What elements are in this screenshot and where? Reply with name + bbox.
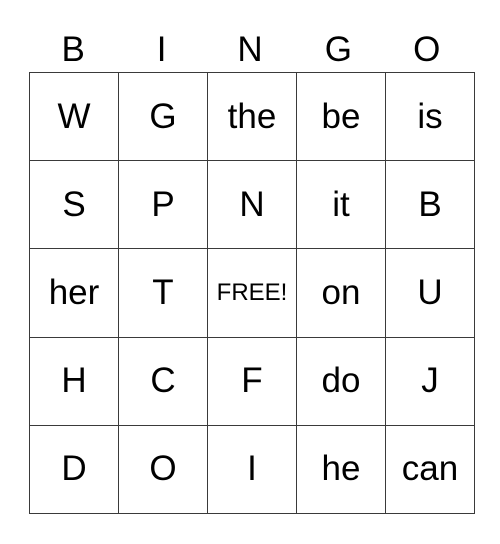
bingo-cell[interactable]: G [118,71,208,162]
bingo-cell[interactable]: he [296,424,386,515]
header-letter-n: N [237,30,263,69]
bingo-cell[interactable]: O [118,424,208,515]
bingo-cell[interactable]: H [29,336,119,426]
header-letter-i: I [156,30,167,69]
bingo-cell[interactable]: U [385,248,475,338]
bingo-cell[interactable]: W [29,71,119,162]
grid-row: W G the be is [29,71,475,162]
bingo-cell[interactable]: P [118,160,208,250]
bingo-grid: W G the be is S P N it B her T FREE! on … [29,71,475,515]
bingo-cell[interactable]: S [29,160,119,250]
bingo-cell[interactable]: is [385,71,475,162]
header-letter-g: G [324,30,352,69]
grid-row: her T FREE! on U [29,248,475,338]
bingo-cell[interactable]: C [118,336,208,426]
header-letter-o: O [413,30,441,69]
free-space-cell[interactable]: FREE! [207,248,297,338]
bingo-cell[interactable]: T [118,248,208,338]
bingo-cell[interactable]: her [29,248,119,338]
bingo-cell[interactable]: N [207,160,297,250]
bingo-cell[interactable]: the [207,71,297,162]
grid-row: D O I he can [29,424,475,515]
bingo-cell[interactable]: on [296,248,386,338]
bingo-cell[interactable]: I [207,424,297,515]
bingo-cell[interactable]: F [207,336,297,426]
bingo-cell[interactable]: J [385,336,475,426]
header-letter-b: B [61,30,85,69]
grid-row: S P N it B [29,160,475,250]
bingo-cell[interactable]: B [385,160,475,250]
bingo-cell[interactable]: be [296,71,386,162]
bingo-header: B I N G O [29,28,471,72]
bingo-cell[interactable]: it [296,160,386,250]
grid-row: H C F do J [29,336,475,426]
bingo-cell[interactable]: do [296,336,386,426]
bingo-cell[interactable]: can [385,424,475,515]
bingo-cell[interactable]: D [29,424,119,515]
